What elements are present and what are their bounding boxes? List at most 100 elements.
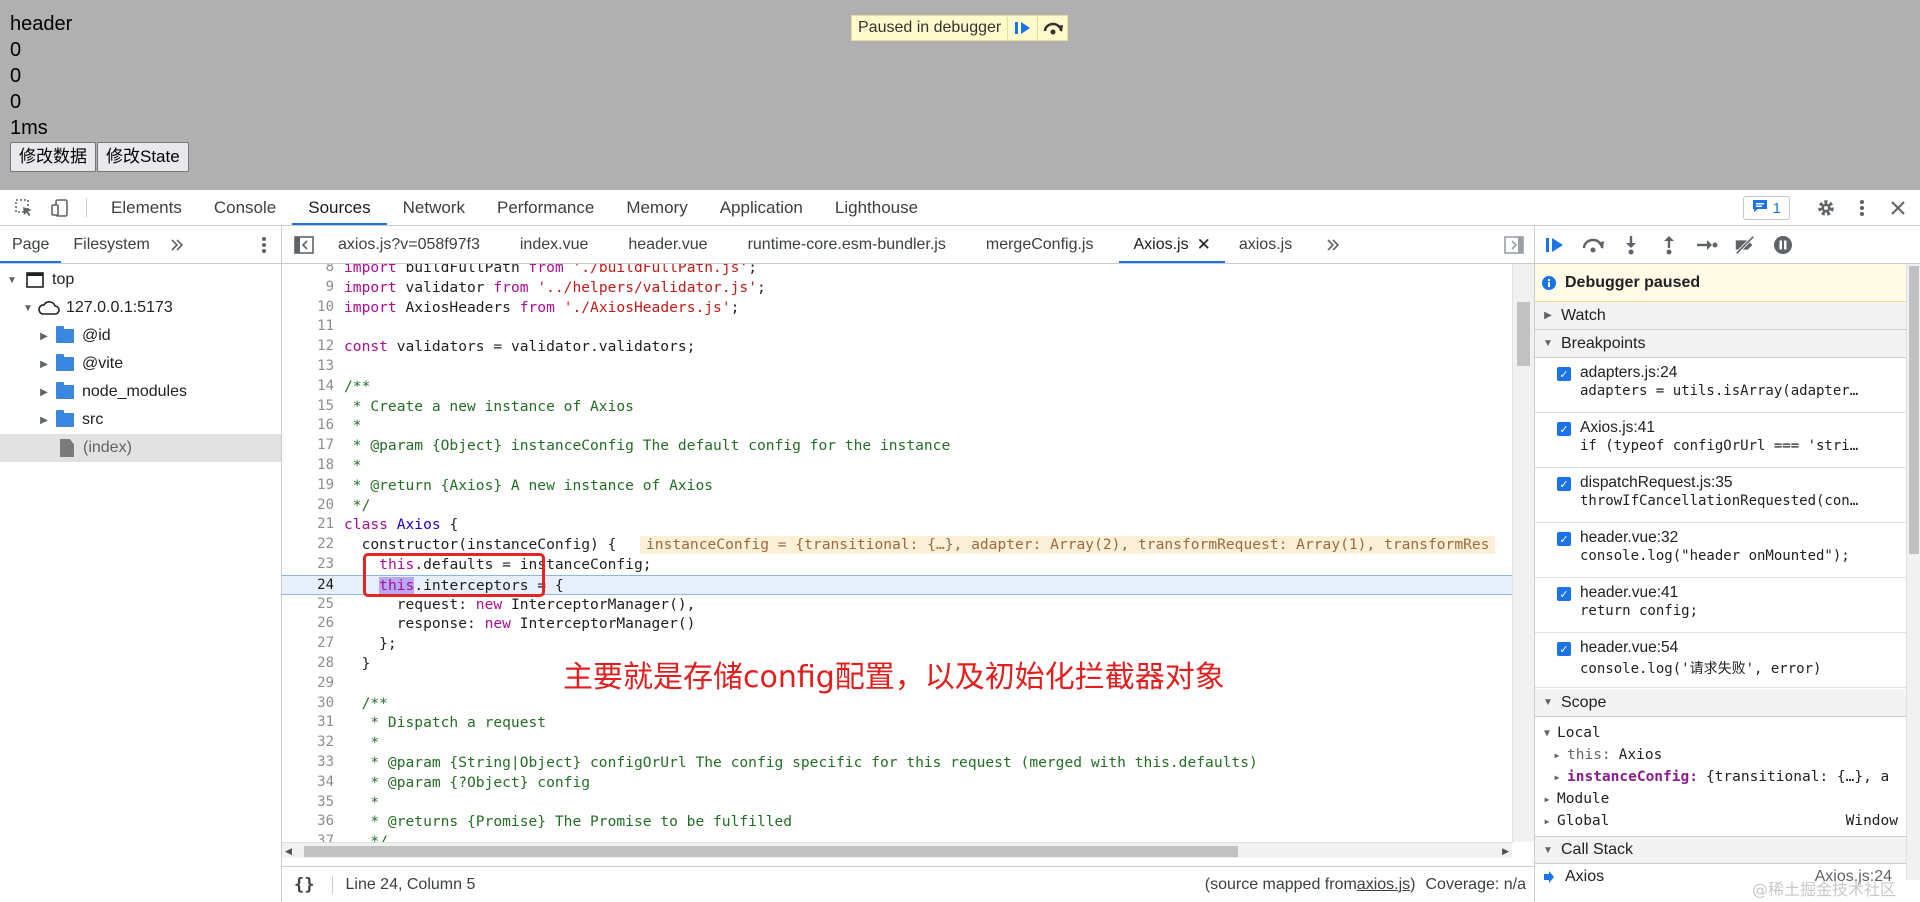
line-number[interactable]: 16 — [282, 416, 334, 436]
line-number[interactable]: 13 — [282, 357, 334, 377]
gear-icon[interactable] — [1808, 198, 1844, 218]
pause-on-exceptions-icon[interactable] — [1771, 233, 1795, 257]
navigator-menu-icon[interactable] — [261, 236, 267, 259]
inspect-element-icon[interactable] — [6, 190, 42, 225]
line-number[interactable]: 28 — [282, 654, 334, 674]
line-number[interactable]: 35 — [282, 793, 334, 813]
checkbox-checked-icon[interactable]: ✓ — [1557, 532, 1571, 546]
watch-section-header[interactable]: ▶ Watch — [1535, 302, 1920, 330]
collapsed-triangle-icon[interactable]: ▶ — [38, 359, 50, 370]
source-map-link[interactable]: axios.js — [1357, 876, 1410, 894]
line-number[interactable]: 9 — [282, 278, 334, 298]
line-number[interactable]: 12 — [282, 337, 334, 357]
line-number[interactable]: 19 — [282, 476, 334, 496]
modify-data-button[interactable]: 修改数据 — [10, 142, 96, 172]
issues-badge[interactable]: 1 — [1742, 196, 1790, 220]
tab-sources[interactable]: Sources — [292, 190, 388, 225]
scroll-left-icon[interactable]: ◀ — [285, 846, 292, 857]
breakpoint-item[interactable]: ✓ header.vue:41 return config; — [1535, 578, 1920, 633]
line-number[interactable]: 22 — [282, 535, 334, 555]
tree-item-folder[interactable]: ▶ node_modules — [0, 378, 281, 406]
line-number[interactable]: 36 — [282, 812, 334, 832]
line-number[interactable]: 18 — [282, 456, 334, 476]
tree-item-top[interactable]: ▼ top — [0, 266, 281, 294]
scope-section-header[interactable]: ▼ Scope — [1535, 689, 1920, 717]
step-over-icon[interactable] — [1037, 16, 1067, 40]
line-number[interactable]: 27 — [282, 634, 334, 654]
modify-state-button[interactable]: 修改State — [97, 142, 189, 172]
line-number[interactable]: 11 — [282, 317, 334, 337]
debugger-scrollbar[interactable] — [1906, 264, 1920, 880]
tab-lighthouse[interactable]: Lighthouse — [819, 190, 934, 225]
tree-item-folder[interactable]: ▶ @vite — [0, 350, 281, 378]
pretty-print-icon[interactable]: {} — [294, 875, 314, 895]
editor-tab[interactable]: runtime-core.esm-bundler.js — [722, 226, 960, 263]
line-number[interactable]: 20 — [282, 496, 334, 516]
breakpoint-item[interactable]: ✓ dispatchRequest.js:35 throwIfCancellat… — [1535, 468, 1920, 523]
scroll-right-icon[interactable]: ▶ — [1502, 846, 1509, 857]
checkbox-checked-icon[interactable]: ✓ — [1557, 642, 1571, 656]
line-number[interactable]: 24 — [282, 576, 334, 596]
scrollbar-thumb[interactable] — [1909, 266, 1919, 554]
checkbox-checked-icon[interactable]: ✓ — [1557, 367, 1571, 381]
line-number[interactable]: 25 — [282, 595, 334, 615]
step-out-icon[interactable] — [1657, 233, 1681, 257]
expanded-triangle-icon[interactable]: ▼ — [22, 303, 34, 314]
scrollbar-thumb[interactable] — [1517, 302, 1530, 366]
deactivate-breakpoints-icon[interactable] — [1733, 233, 1757, 257]
editor-horizontal-scrollbar[interactable]: ◀ ▶ — [282, 842, 1512, 858]
more-tabs-icon[interactable] — [162, 226, 192, 263]
line-number[interactable]: 26 — [282, 614, 334, 634]
checkbox-checked-icon[interactable]: ✓ — [1557, 587, 1571, 601]
tab-elements[interactable]: Elements — [95, 190, 198, 225]
step-over-icon[interactable] — [1581, 233, 1605, 257]
breakpoints-section-header[interactable]: ▼ Breakpoints — [1535, 330, 1920, 358]
scope-local[interactable]: ▼ Local — [1535, 722, 1920, 744]
line-number[interactable]: 15 — [282, 397, 334, 417]
checkbox-checked-icon[interactable]: ✓ — [1557, 477, 1571, 491]
line-number[interactable]: 14 — [282, 377, 334, 397]
tree-item-file[interactable]: (index) — [0, 434, 281, 462]
editor-tab[interactable]: header.vue — [602, 226, 721, 263]
collapsed-triangle-icon[interactable]: ▶ — [38, 415, 50, 426]
tab-page[interactable]: Page — [0, 226, 62, 263]
more-editor-tabs-icon[interactable] — [1306, 226, 1348, 263]
line-number[interactable]: 17 — [282, 436, 334, 456]
device-toolbar-icon[interactable] — [42, 190, 78, 225]
line-number[interactable]: 32 — [282, 733, 334, 753]
tree-item-host[interactable]: ▼ 127.0.0.1:5173 — [0, 294, 281, 322]
line-number[interactable]: 31 — [282, 713, 334, 733]
line-number[interactable]: 21 — [282, 515, 334, 535]
editor-vertical-scrollbar[interactable] — [1512, 264, 1534, 842]
tab-memory[interactable]: Memory — [610, 190, 703, 225]
tab-application[interactable]: Application — [704, 190, 819, 225]
tab-performance[interactable]: Performance — [481, 190, 610, 225]
tree-item-folder[interactable]: ▶ @id — [0, 322, 281, 350]
editor-tab[interactable]: mergeConfig.js — [960, 226, 1108, 263]
scope-module[interactable]: ▶ Module — [1535, 788, 1920, 810]
line-number[interactable]: 23 — [282, 555, 334, 575]
breakpoint-item[interactable]: ✓ Axios.js:41 if (typeof configOrUrl ===… — [1535, 413, 1920, 468]
close-devtools-icon[interactable] — [1880, 200, 1916, 216]
collapsed-triangle-icon[interactable]: ▶ — [38, 387, 50, 398]
close-tab-icon[interactable]: ✕ — [1197, 235, 1211, 255]
toggle-debugger-sidebar-icon[interactable] — [1504, 236, 1524, 259]
resume-icon[interactable] — [1007, 16, 1037, 40]
editor-tab[interactable]: axios.js?v=058f97f3 — [324, 226, 494, 263]
line-number[interactable]: 8 — [282, 264, 334, 278]
editor-tab-active[interactable]: Axios.js ✕ — [1119, 226, 1226, 263]
breakpoint-item[interactable]: ✓ adapters.js:24 adapters = utils.isArra… — [1535, 358, 1920, 413]
tab-console[interactable]: Console — [198, 190, 292, 225]
expanded-triangle-icon[interactable]: ▼ — [6, 275, 18, 286]
editor-tab[interactable]: index.vue — [494, 226, 603, 263]
breakpoint-item[interactable]: ✓ header.vue:32 console.log("header onMo… — [1535, 523, 1920, 578]
line-number[interactable]: 29 — [282, 674, 334, 694]
resume-icon[interactable] — [1543, 233, 1567, 257]
tree-item-folder[interactable]: ▶ src — [0, 406, 281, 434]
scope-global[interactable]: ▶ Global Window — [1535, 810, 1920, 832]
more-vertical-icon[interactable] — [1844, 199, 1880, 217]
line-number[interactable]: 37 — [282, 832, 334, 842]
breakpoint-item[interactable]: ✓ header.vue:54 console.log('请求失败', erro… — [1535, 633, 1920, 688]
tab-filesystem[interactable]: Filesystem — [61, 226, 161, 263]
step-into-icon[interactable] — [1619, 233, 1643, 257]
